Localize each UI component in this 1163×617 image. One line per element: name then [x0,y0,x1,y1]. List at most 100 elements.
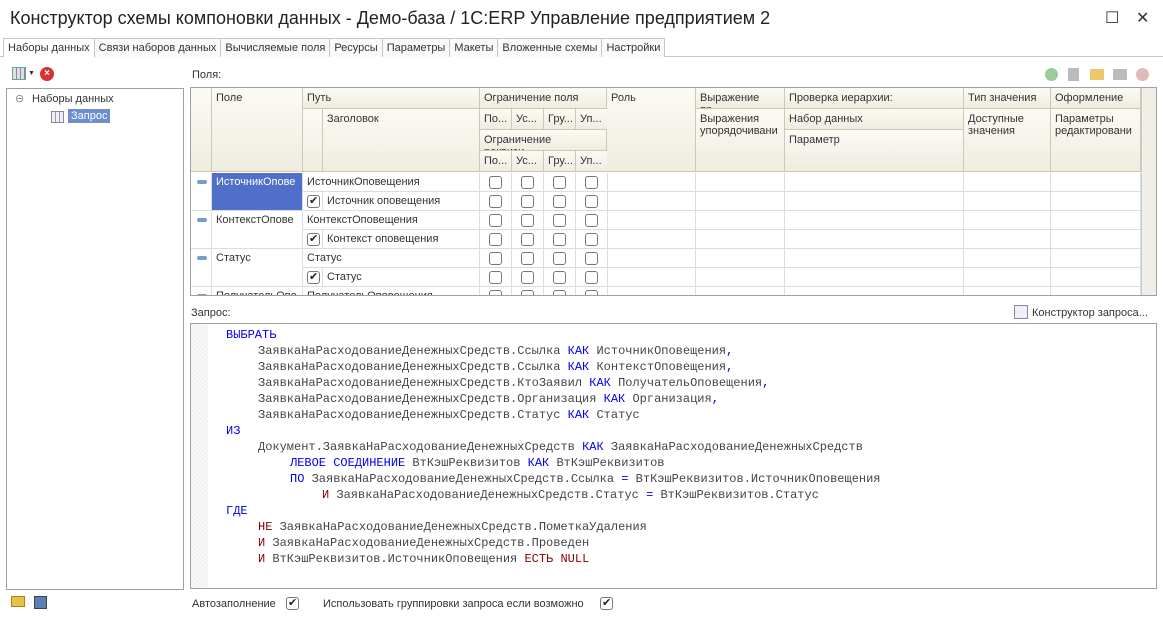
delete-icon[interactable]: × [40,67,54,81]
header-path[interactable]: Путь [303,88,480,109]
cell[interactable] [607,268,696,287]
cell[interactable] [964,211,1051,230]
tab-0[interactable]: Наборы данных [3,38,95,58]
grid-scrollbar[interactable] [1141,88,1156,295]
restrict-checkbox[interactable] [521,271,534,284]
collapse-icon[interactable]: ⊖ [15,92,24,105]
query-editor[interactable]: ВЫБРАТЬ ЗаявкаНаРасходованиеДенежныхСредс… [190,323,1157,589]
collapse-row-icon[interactable] [197,256,207,260]
tab-2[interactable]: Вычисляемые поля [220,38,331,57]
close-button[interactable]: ✕ [1136,8,1149,28]
restrict-checkbox[interactable] [521,195,534,208]
add-icon[interactable] [1045,68,1058,81]
cell[interactable] [607,230,696,249]
cell[interactable] [696,249,785,268]
cell[interactable] [1051,192,1141,211]
cell[interactable] [1051,268,1141,287]
header-avail[interactable]: Доступные значения [964,109,1051,172]
header-design[interactable]: Оформление [1051,88,1141,109]
cell[interactable] [964,173,1051,192]
open-icon[interactable] [11,596,25,607]
tree-item-query[interactable]: Запрос [68,109,111,123]
tab-4[interactable]: Параметры [381,38,451,57]
tree-root[interactable]: Наборы данных [32,93,114,105]
cell[interactable] [785,249,964,268]
restrict-checkbox[interactable] [585,271,598,284]
title-checkbox[interactable] [307,232,320,246]
cell[interactable] [1051,230,1141,249]
header-title[interactable]: Заголовок [323,109,480,172]
header-restrict-attr[interactable]: Ограничение реквизи... [480,130,607,151]
query-constructor-button[interactable]: Конструктор запроса... [1032,307,1148,319]
restrict-checkbox[interactable] [489,214,502,227]
cell-path[interactable]: КонтекстОповещения [303,211,480,230]
header-restrict-attr-r3[interactable]: Гру... [544,151,576,172]
restrict-checkbox[interactable] [585,233,598,246]
cell[interactable] [696,211,785,230]
tab-3[interactable]: Ресурсы [329,38,383,57]
cell[interactable] [1051,287,1141,295]
title-checkbox[interactable] [307,270,320,284]
restrict-checkbox[interactable] [521,176,534,189]
restrict-checkbox[interactable] [553,195,566,208]
restrict-checkbox[interactable] [489,233,502,246]
delete-field-icon[interactable] [1136,68,1149,81]
header-restrict-r1[interactable]: По... [480,109,512,130]
tab-1[interactable]: Связи наборов данных [93,38,222,57]
collapse-row-icon[interactable] [197,294,207,295]
cell-title[interactable]: Статус [323,268,480,287]
restrict-checkbox[interactable] [585,214,598,227]
restrict-checkbox[interactable] [553,290,566,295]
cell[interactable] [785,230,964,249]
header-restrict-attr-r2[interactable]: Ус... [512,151,544,172]
header-edit-params[interactable]: Параметры редактировани [1051,109,1141,172]
cell-field[interactable]: ИсточникОпове [212,173,303,211]
cell[interactable] [607,249,696,268]
cell[interactable] [964,268,1051,287]
cell[interactable] [964,192,1051,211]
tab-5[interactable]: Макеты [449,38,499,57]
restrict-checkbox[interactable] [489,290,502,295]
row-marker-header[interactable] [191,88,212,172]
header-hier[interactable]: Проверка иерархии: [785,88,964,109]
collapse-row-icon[interactable] [197,180,207,184]
title-checkbox[interactable] [307,194,320,208]
cell-title[interactable]: Контекст оповещения [323,230,480,249]
cell[interactable] [607,211,696,230]
cell-path[interactable]: ИсточникОповещения [303,173,480,192]
query-constructor-icon[interactable] [1014,305,1028,319]
row-marker[interactable] [191,249,212,287]
header-check[interactable] [303,109,323,172]
add-folder-icon[interactable] [1090,69,1104,80]
cell[interactable] [696,192,785,211]
cell[interactable] [964,287,1051,295]
cell[interactable] [964,230,1051,249]
header-restrict[interactable]: Ограничение поля [480,88,607,109]
header-restrict-attr-r1[interactable]: По... [480,151,512,172]
cell[interactable] [607,287,696,295]
restrict-checkbox[interactable] [553,233,566,246]
tab-7[interactable]: Настройки [601,38,666,57]
restrict-checkbox[interactable] [521,290,534,295]
header-field[interactable]: Поле [212,88,303,172]
cell[interactable] [696,287,785,295]
cell[interactable] [1051,249,1141,268]
cell[interactable] [964,249,1051,268]
restrict-checkbox[interactable] [521,252,534,265]
autofill-checkbox[interactable] [286,596,299,610]
cell-field[interactable]: Статус [212,249,303,287]
cell[interactable] [1051,211,1141,230]
header-expr[interactable]: Выражение пр... [696,88,785,109]
cell[interactable] [696,268,785,287]
maximize-button[interactable]: ☐ [1105,8,1119,28]
cell[interactable] [785,211,964,230]
row-marker[interactable] [191,173,212,211]
restrict-checkbox[interactable] [553,176,566,189]
cell-field[interactable]: КонтекстОпове [212,211,303,249]
header-role[interactable]: Роль [607,88,696,172]
header-restrict-r4[interactable]: Уп... [576,109,608,130]
cell[interactable] [785,192,964,211]
restrict-checkbox[interactable] [489,176,502,189]
collapse-row-icon[interactable] [197,218,207,222]
restrict-checkbox[interactable] [489,271,502,284]
